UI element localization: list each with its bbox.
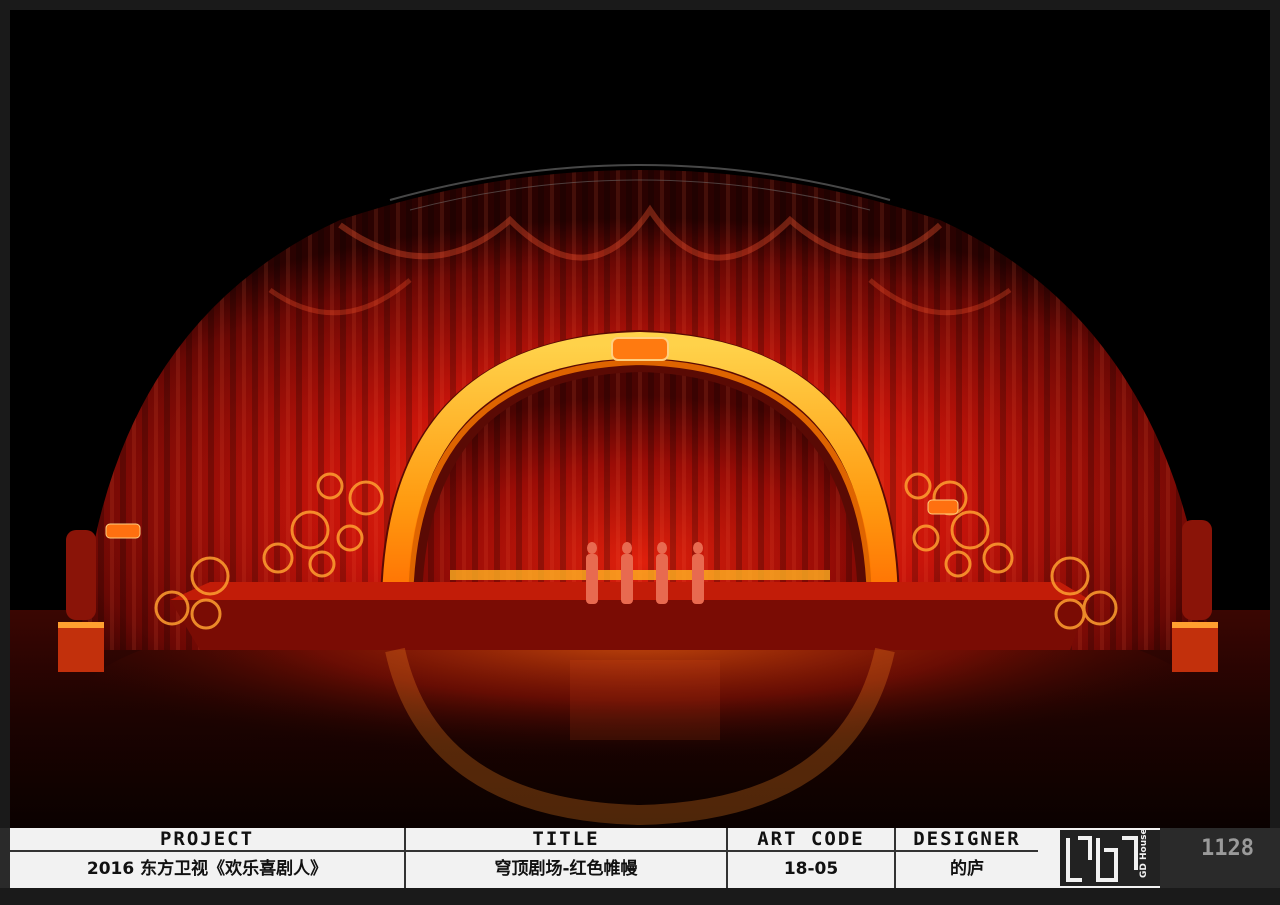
logo-mark-icon: GD House [1066,828,1149,882]
project-value: 2016 东方卫视《欢乐喜剧人》 [86,859,328,879]
title-block: PROJECT 2016 东方卫视《欢乐喜剧人》 TITLE 穹顶剧场-红色帷幔… [0,828,1280,905]
stage-render-image [10,164,1270,828]
project-label: PROJECT [10,828,404,852]
title-value: 穹顶剧场-红色帷幔 [494,859,638,879]
sheet-number: 1128 [1201,836,1254,861]
stage-render [10,10,1270,828]
designer-cell: DESIGNER 的庐 [896,828,1038,888]
sheet-number-panel: 1128 [1160,828,1280,888]
art-code-cell: ART CODE 18-05 [728,828,896,888]
project-cell: PROJECT 2016 东方卫视《欢乐喜剧人》 [10,828,406,888]
logo-text: GD House [1139,830,1149,878]
title-block-fields: PROJECT 2016 东方卫视《欢乐喜剧人》 TITLE 穹顶剧场-红色帷幔… [10,828,1160,888]
title-cell: TITLE 穹顶剧场-红色帷幔 [406,828,728,888]
art-code-value: 18-05 [783,859,839,879]
bottom-strip [0,888,1280,905]
title-label: TITLE [406,828,726,852]
gd-house-logo: GD House [1060,828,1160,886]
designer-value: 的庐 [950,859,984,879]
designer-label: DESIGNER [896,828,1038,852]
drawing-sheet: PROJECT 2016 东方卫视《欢乐喜剧人》 TITLE 穹顶剧场-红色帷幔… [0,0,1280,905]
art-code-label: ART CODE [728,828,894,852]
